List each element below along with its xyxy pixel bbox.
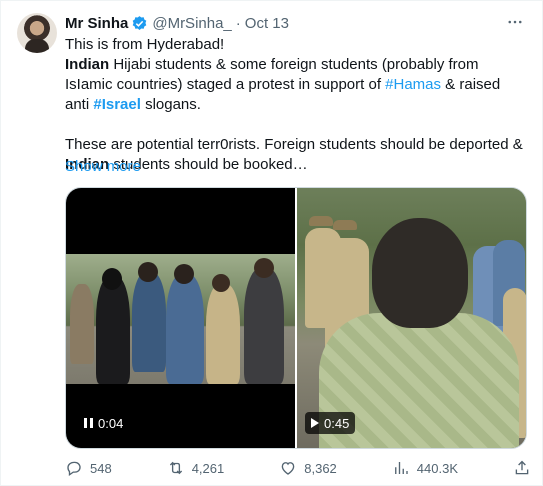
like-button[interactable]: 8,362 (279, 459, 337, 477)
video-1-duration-badge[interactable]: 0:04 (78, 412, 130, 434)
media-grid: 0:04 0:45 (65, 187, 527, 449)
reply-icon (67, 461, 81, 477)
text-segment: slogans. (140, 96, 201, 113)
repost-count: 4,261 (191, 460, 225, 476)
video-1[interactable]: 0:04 (66, 188, 295, 448)
views-count: 440.3K (416, 460, 458, 476)
video-1-thumbnail (66, 254, 295, 384)
tweet-line-1: This is from Hyderabad! (65, 36, 225, 53)
author-handle[interactable]: @MrSinha_ (152, 15, 231, 32)
like-count: 8,362 (304, 460, 337, 476)
reply-button[interactable]: 548 (65, 459, 112, 477)
play-icon[interactable] (311, 418, 319, 428)
hashtag-israel-link[interactable]: #Israel (93, 96, 141, 113)
views-button[interactable]: 440.3K (392, 459, 458, 477)
hashtag-hamas-link[interactable]: #Hamas (385, 76, 441, 93)
pause-icon[interactable] (84, 418, 93, 428)
video-2[interactable]: 0:45 (297, 188, 526, 448)
repost-icon (169, 461, 182, 475)
repost-button[interactable]: 4,261 (167, 459, 225, 477)
tweet-paragraph-1: Indian Hijabi students & some foreign st… (65, 55, 527, 115)
tweet-text: This is from Hyderabad! Indian Hijabi st… (65, 35, 527, 175)
tweet-date[interactable]: Oct 13 (245, 15, 289, 32)
text-segment: These are potential terr0rists. Foreign … (65, 136, 523, 153)
reply-count: 548 (90, 460, 112, 476)
verified-badge-icon[interactable] (131, 15, 148, 32)
bold-word: Indian (65, 56, 110, 73)
show-more-link[interactable]: Show more (65, 158, 141, 175)
heart-icon (281, 462, 295, 475)
separator-dot: · (235, 14, 241, 32)
analytics-icon (394, 462, 408, 474)
video-2-thumbnail (297, 188, 526, 448)
video-2-duration: 0:45 (324, 415, 350, 431)
video-2-duration-badge[interactable]: 0:45 (305, 412, 356, 434)
video-1-duration: 0:04 (98, 415, 124, 431)
action-bar: 548 4,261 8,362 440.3K (65, 457, 531, 479)
share-icon (515, 460, 529, 475)
tweet-card[interactable]: Mr Sinha @MrSinha_ · Oct 13 This is from… (0, 0, 543, 486)
author-name[interactable]: Mr Sinha (65, 15, 128, 32)
tweet-header: Mr Sinha @MrSinha_ · Oct 13 (65, 13, 289, 33)
more-horizontal-icon[interactable] (502, 11, 528, 33)
share-button[interactable] (513, 459, 531, 477)
avatar[interactable] (17, 13, 57, 53)
